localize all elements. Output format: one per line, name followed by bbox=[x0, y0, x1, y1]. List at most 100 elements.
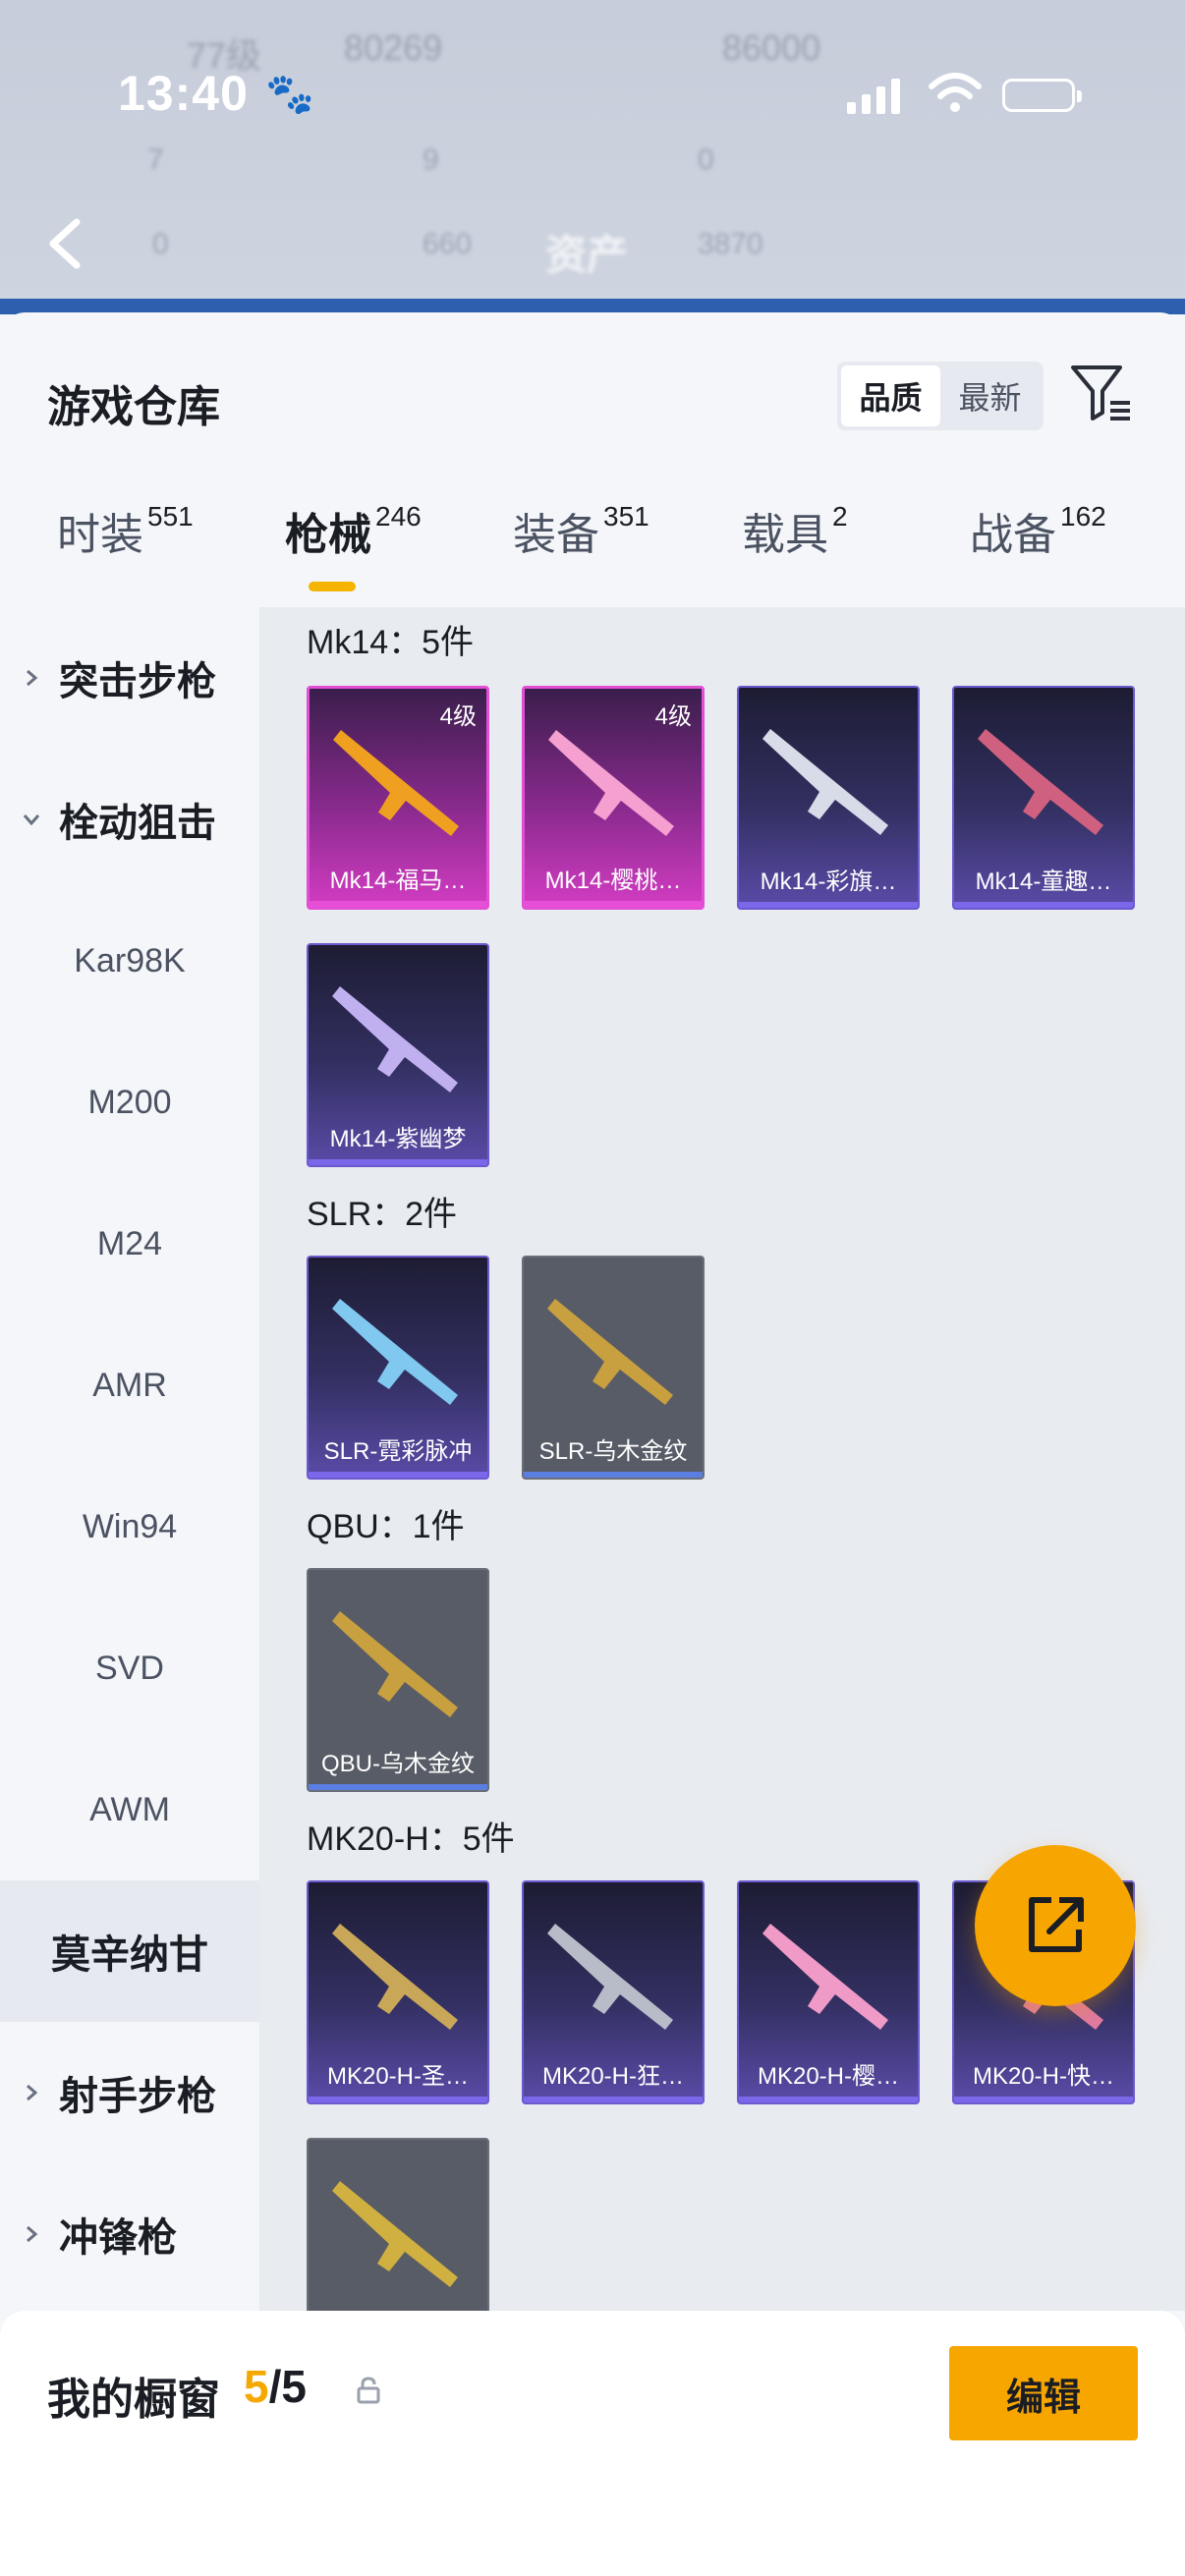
rifle-icon bbox=[332, 1611, 458, 1717]
rarity-bar bbox=[739, 2097, 918, 2102]
sort-newest-button[interactable]: 最新 bbox=[940, 365, 1040, 426]
rifle-icon bbox=[762, 729, 888, 835]
rifle-icon bbox=[762, 1924, 888, 2030]
sort-toggle: 品质 最新 bbox=[837, 362, 1044, 430]
share-external-icon bbox=[1029, 1897, 1084, 1952]
level-badge: 4级 bbox=[439, 703, 477, 730]
sidebar-item-m200[interactable]: M200 bbox=[0, 1032, 259, 1173]
skin-card[interactable]: 4级 Mk14-福马… bbox=[307, 686, 489, 910]
tab-count: 2 bbox=[832, 501, 848, 532]
rifle-icon bbox=[332, 2181, 458, 2287]
ghost-stat-6: 3870 bbox=[698, 228, 763, 260]
skin-card[interactable]: MK20-H-圣… bbox=[307, 1880, 489, 2104]
rarity-bar bbox=[954, 2097, 1133, 2102]
showcase-used: 5 bbox=[244, 2361, 269, 2412]
rarity-bar bbox=[309, 1159, 487, 1165]
rarity-bar bbox=[309, 2097, 487, 2102]
skin-card[interactable]: Mk14-童趣… bbox=[952, 686, 1135, 910]
skin-card[interactable]: SLR-霓彩脉冲 bbox=[307, 1256, 489, 1480]
tab-count: 246 bbox=[375, 501, 422, 532]
sidebar-item-amr[interactable]: AMR bbox=[0, 1315, 259, 1456]
skin-card[interactable]: Mk14-彩旗… bbox=[737, 686, 920, 910]
sidebar-label: 射手步枪 bbox=[59, 2075, 216, 2118]
rifle-icon bbox=[548, 730, 674, 836]
skin-name: Mk14-紫幽梦 bbox=[329, 1126, 467, 1152]
tab-count: 162 bbox=[1060, 501, 1106, 532]
rifle-icon bbox=[332, 986, 458, 1092]
active-tab-indicator bbox=[309, 582, 356, 591]
skin-name: MK20-H-圣… bbox=[326, 2063, 469, 2090]
tab-label: 装备 bbox=[513, 511, 599, 559]
tab-gear[interactable]: 战备 162 bbox=[970, 499, 1106, 562]
rarity-bar bbox=[954, 902, 1133, 908]
category-tabs: 时装 551 枪械 246 装备 351 载具 2 战备 162 bbox=[0, 499, 1185, 588]
tab-vehicles[interactable]: 载具 2 bbox=[742, 499, 848, 562]
share-button[interactable] bbox=[975, 1845, 1136, 2006]
sidebar-item-awm[interactable]: AWM bbox=[0, 1739, 259, 1880]
sidebar-group-marksman-rifle[interactable]: 射手步枪 bbox=[0, 2022, 259, 2163]
skin-name: MK20-H-快… bbox=[972, 2063, 1114, 2090]
sidebar-group-smg[interactable]: 冲锋枪 bbox=[0, 2163, 259, 2305]
sidebar-group-bolt-sniper[interactable]: 栓动狙击 bbox=[0, 749, 259, 890]
skin-name: QBU-乌木金纹 bbox=[321, 1751, 475, 1777]
skin-card[interactable] bbox=[307, 2138, 489, 2311]
warehouse-sheet: 游戏仓库 品质 最新 时装 551 枪械 246 装备 351 载具 2 战备 … bbox=[0, 312, 1185, 2576]
showcase-count: 5/5 bbox=[244, 2360, 307, 2413]
ghost-stat-2: 9 bbox=[423, 143, 439, 176]
tab-equipment[interactable]: 装备 351 bbox=[513, 499, 649, 562]
sidebar-label: 冲锋枪 bbox=[59, 2216, 177, 2260]
sidebar-item-win94[interactable]: Win94 bbox=[0, 1456, 259, 1597]
section-title-mk20h: MK20-H：5件 bbox=[307, 1820, 515, 1858]
skin-card[interactable]: 4级 Mk14-樱桃… bbox=[522, 686, 705, 910]
page-title: 游戏仓库 bbox=[47, 383, 220, 431]
tab-label: 载具 bbox=[742, 511, 828, 559]
weapon-category-sidebar: 突击步枪 栓动狙击 Kar98K M200 M24 AMR Win94 SVD … bbox=[0, 607, 259, 2311]
tab-label: 战备 bbox=[970, 511, 1056, 559]
weapon-skin-grid: Mk14：5件 4级 Mk14-福马… 4级 Mk14-樱桃… Mk14-彩旗…… bbox=[259, 607, 1185, 2311]
skin-name: Mk14-彩旗… bbox=[760, 868, 897, 895]
sidebar-group-assault-rifle[interactable]: 突击步枪 bbox=[0, 607, 259, 749]
rarity-bar bbox=[309, 1784, 487, 1790]
rarity-bar bbox=[310, 901, 486, 907]
tab-guns[interactable]: 枪械 246 bbox=[285, 499, 422, 562]
skin-card[interactable]: MK20-H-狂… bbox=[522, 1880, 705, 2104]
ghost-coins: 80269 bbox=[344, 28, 443, 68]
skin-card[interactable]: SLR-乌木金纹 bbox=[522, 1256, 705, 1480]
edit-button[interactable]: 编辑 bbox=[949, 2346, 1138, 2440]
rifle-icon bbox=[332, 1299, 458, 1405]
rifle-icon bbox=[333, 730, 459, 836]
ghost-stat-3: 0 bbox=[698, 143, 714, 176]
tab-fashion[interactable]: 时装 551 bbox=[57, 499, 194, 562]
skin-card[interactable]: MK20-H-樱… bbox=[737, 1880, 920, 2104]
showcase-separator: / bbox=[268, 2361, 282, 2412]
rifle-icon bbox=[332, 1924, 458, 2030]
sidebar-item-svd[interactable]: SVD bbox=[0, 1597, 259, 1739]
level-badge: 4级 bbox=[654, 703, 692, 730]
skin-name: SLR-霓彩脉冲 bbox=[323, 1438, 473, 1465]
skin-card[interactable]: QBU-乌木金纹 bbox=[307, 1568, 489, 1792]
sidebar-item-mosin-nagant[interactable]: 莫辛纳甘 bbox=[0, 1880, 259, 2022]
skin-name: Mk14-樱桃… bbox=[544, 868, 682, 894]
section-title-slr: SLR：2件 bbox=[307, 1196, 458, 1233]
chevron-right-icon bbox=[27, 2084, 38, 2101]
tab-label: 枪械 bbox=[285, 511, 371, 559]
rarity-bar bbox=[524, 2097, 703, 2102]
background-header: 77级 80269 86000 7 9 0 0 660 资产 3870 13:4… bbox=[0, 0, 1185, 314]
section-title-mk14: Mk14：5件 bbox=[307, 624, 475, 661]
skin-card[interactable]: Mk14-紫幽梦 bbox=[307, 943, 489, 1167]
battery-icon bbox=[1002, 79, 1082, 112]
sidebar-item-m24[interactable]: M24 bbox=[0, 1173, 259, 1315]
skin-name: SLR-乌木金纹 bbox=[538, 1438, 688, 1465]
chevron-down-icon bbox=[23, 814, 40, 826]
tab-count: 551 bbox=[147, 501, 194, 532]
rarity-bar bbox=[309, 1472, 487, 1478]
sidebar-label: 突击步枪 bbox=[59, 660, 216, 703]
chevron-right-icon bbox=[27, 669, 38, 687]
ghost-assets-title: 资产 bbox=[545, 232, 629, 278]
section-title-qbu: QBU：1件 bbox=[307, 1508, 465, 1545]
filter-icon[interactable] bbox=[1069, 362, 1134, 426]
back-arrow-icon[interactable] bbox=[39, 214, 98, 273]
ghost-stat-5: 660 bbox=[423, 228, 473, 260]
sidebar-item-kar98k[interactable]: Kar98K bbox=[0, 890, 259, 1032]
sort-quality-button[interactable]: 品质 bbox=[841, 365, 940, 426]
